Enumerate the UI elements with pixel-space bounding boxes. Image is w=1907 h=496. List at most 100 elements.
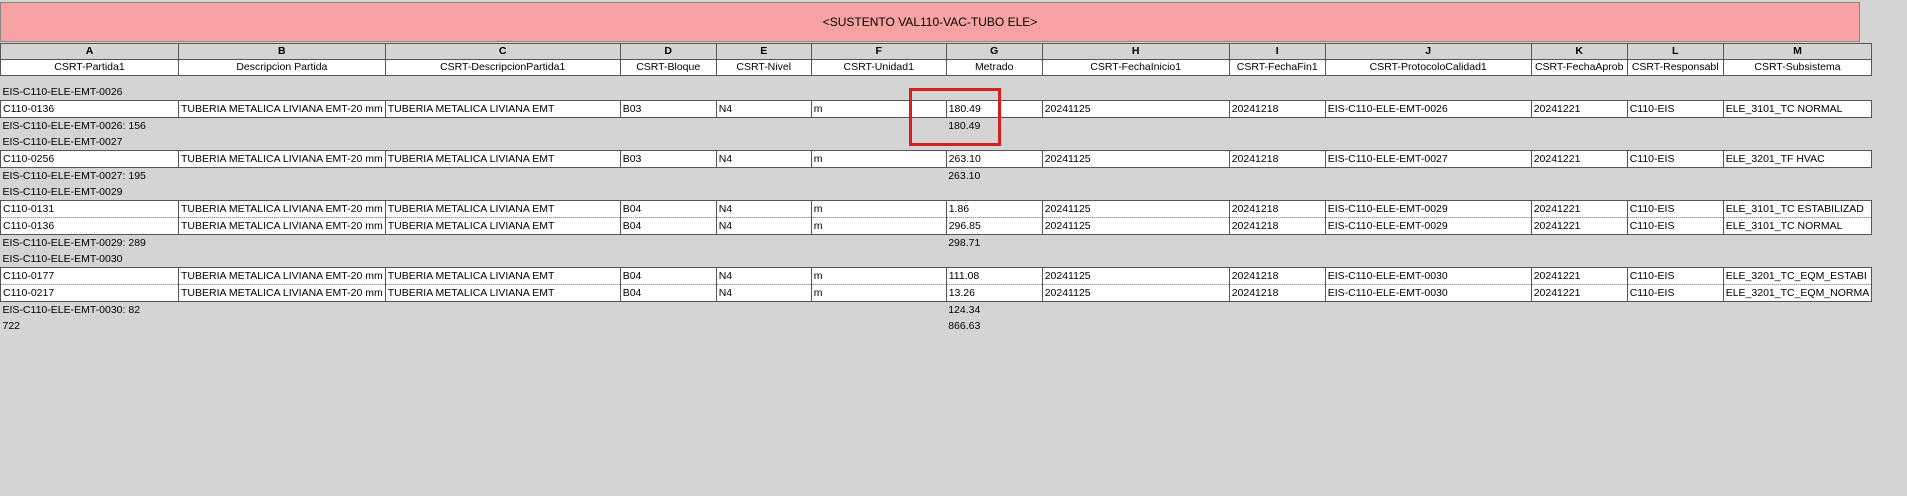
- grand-total-label: 722: [2, 320, 21, 332]
- empty-cell: [1042, 168, 1872, 185]
- column-letter: B: [178, 43, 386, 60]
- column-letter: G: [945, 43, 1043, 60]
- table-cell: 20241218: [1228, 100, 1326, 118]
- column-header: CSRT-FechaInicio1: [1041, 59, 1230, 76]
- table-cell: TUBERIA METALICA LIVIANA EMT-20 mm: [178, 150, 386, 168]
- table-cell: 20241125: [1041, 217, 1230, 235]
- table-cell: m: [810, 217, 947, 235]
- table-cell: B03: [619, 150, 717, 168]
- table-cell: C110-0136: [0, 217, 179, 235]
- table-cell: 20241218: [1228, 284, 1326, 302]
- table-cell: TUBERIA METALICA LIVIANA EMT: [384, 217, 621, 235]
- column-header: CSRT-ProtocoloCalidad1: [1324, 59, 1532, 76]
- empty-cell: [1042, 118, 1872, 135]
- table-cell: EIS-C110-ELE-EMT-0029: [1324, 200, 1532, 218]
- subtotal-label: EIS-C110-ELE-EMT-0030: 82: [2, 304, 141, 316]
- table-cell: TUBERIA METALICA LIVIANA EMT: [384, 267, 621, 285]
- table-cell: 20241221: [1530, 267, 1628, 285]
- schedule-table: A B C D E F G H I J K L M CSRT-Partida1 Descripcion Pa…: [0, 43, 1873, 334]
- table-cell: 20241125: [1041, 267, 1230, 285]
- table-cell: EIS-C110-ELE-EMT-0027: [1324, 150, 1532, 168]
- table-cell: 13.26: [945, 284, 1043, 302]
- subtotal-label: EIS-C110-ELE-EMT-0027: 195: [2, 170, 146, 182]
- table-cell: N4: [715, 284, 812, 302]
- subtotal-row: EIS-C110-ELE-EMT-0029: 289 298.71: [1, 235, 1872, 252]
- table-cell: TUBERIA METALICA LIVIANA EMT: [384, 200, 621, 218]
- subtotal-value: 124.34: [948, 304, 981, 316]
- table-cell: m: [810, 284, 947, 302]
- table-cell: N4: [715, 217, 812, 235]
- table-cell: B04: [619, 284, 717, 302]
- group-name: EIS-C110-ELE-EMT-0030: [2, 253, 123, 265]
- subtotal-label: EIS-C110-ELE-EMT-0026: 156: [2, 120, 146, 132]
- column-letter: J: [1324, 43, 1532, 60]
- table-cell: 20241125: [1041, 284, 1230, 302]
- empty-cell: [1042, 302, 1872, 319]
- column-letter: D: [619, 43, 717, 60]
- group-header-row: EIS-C110-ELE-EMT-0026: [1, 84, 1872, 101]
- table-cell: TUBERIA METALICA LIVIANA EMT-20 mm: [178, 267, 386, 285]
- table-cell: 111.08: [945, 267, 1043, 285]
- subtotal-row: EIS-C110-ELE-EMT-0027: 195 263.10: [1, 168, 1872, 185]
- table-cell: 263.10: [945, 150, 1043, 168]
- table-cell: m: [810, 100, 947, 118]
- table-cell: N4: [715, 267, 812, 285]
- spacer-row: [1, 76, 1872, 85]
- column-letter-row: ABCDEFGHIJKLM: [0, 43, 1873, 60]
- table-cell: C110-0177: [0, 267, 179, 285]
- table-cell: 20241221: [1530, 200, 1628, 218]
- table-cell: C110-0131: [0, 200, 179, 218]
- column-letter: L: [1626, 43, 1724, 60]
- column-letter: F: [810, 43, 947, 60]
- table-cell: 1.86: [945, 200, 1043, 218]
- table-cell: B04: [619, 267, 717, 285]
- subtotal-row: EIS-C110-ELE-EMT-0030: 82 124.34: [1, 302, 1872, 319]
- table-cell: TUBERIA METALICA LIVIANA EMT: [384, 100, 621, 118]
- table-cell: C110-EIS: [1626, 267, 1724, 285]
- column-header: CSRT-Nivel: [715, 59, 812, 76]
- table-cell: B03: [619, 100, 717, 118]
- grand-total-row: 722 866.63: [1, 318, 1872, 334]
- group-header-row: EIS-C110-ELE-EMT-0030: [1, 251, 1872, 268]
- table-row: C110-0256 TUBERIA METALICA LIVIANA EMT-20…: [0, 150, 1873, 168]
- column-header: CSRT-DescripcionPartida1: [384, 59, 621, 76]
- group-header-row: EIS-C110-ELE-EMT-0027: [1, 134, 1872, 151]
- table-cell: N4: [715, 100, 812, 118]
- column-letter: H: [1041, 43, 1230, 60]
- group-name: EIS-C110-ELE-EMT-0026: [2, 86, 123, 98]
- column-header: Metrado: [945, 59, 1043, 76]
- table-cell: m: [810, 200, 947, 218]
- group-header-row: EIS-C110-ELE-EMT-0029: [1, 184, 1872, 201]
- table-cell: TUBERIA METALICA LIVIANA EMT-20 mm: [178, 217, 386, 235]
- table-cell: TUBERIA METALICA LIVIANA EMT: [384, 150, 621, 168]
- table-cell: C110-0256: [0, 150, 179, 168]
- table-cell: 296.85: [945, 217, 1043, 235]
- table-cell: 20241218: [1228, 267, 1326, 285]
- table-cell: m: [810, 267, 947, 285]
- column-letter: E: [715, 43, 812, 60]
- column-header: Descripcion Partida: [178, 59, 386, 76]
- subtotal-row: EIS-C110-ELE-EMT-0026: 156 180.49: [1, 118, 1872, 135]
- subtotal-value: 298.71: [948, 237, 981, 249]
- table-cell: ELE_3201_TC_EQM_ESTABI: [1722, 267, 1873, 285]
- table-cell: C110-EIS: [1626, 217, 1724, 235]
- grand-total-value: 866.63: [948, 320, 981, 332]
- group-name: EIS-C110-ELE-EMT-0029: [2, 186, 123, 198]
- column-header: CSRT-Responsabl: [1626, 59, 1724, 76]
- subtotal-value: 180.49: [948, 120, 981, 132]
- table-cell: C110-EIS: [1626, 100, 1724, 118]
- table-cell: 20241221: [1530, 150, 1628, 168]
- table-cell: TUBERIA METALICA LIVIANA EMT-20 mm: [178, 100, 386, 118]
- table-cell: C110-EIS: [1626, 200, 1724, 218]
- group-name: EIS-C110-ELE-EMT-0027: [2, 136, 123, 148]
- column-header: CSRT-FechaAprob: [1530, 59, 1628, 76]
- column-letter: K: [1530, 43, 1628, 60]
- table-cell: C110-EIS: [1626, 150, 1724, 168]
- table-cell: B04: [619, 217, 717, 235]
- empty-cell: [1042, 318, 1872, 334]
- table-cell: N4: [715, 150, 812, 168]
- column-letter: I: [1228, 43, 1326, 60]
- table-cell: ELE_3101_TC ESTABILIZAD: [1722, 200, 1873, 218]
- table-cell: C110-0136: [0, 100, 179, 118]
- table-cell: TUBERIA METALICA LIVIANA EMT: [384, 284, 621, 302]
